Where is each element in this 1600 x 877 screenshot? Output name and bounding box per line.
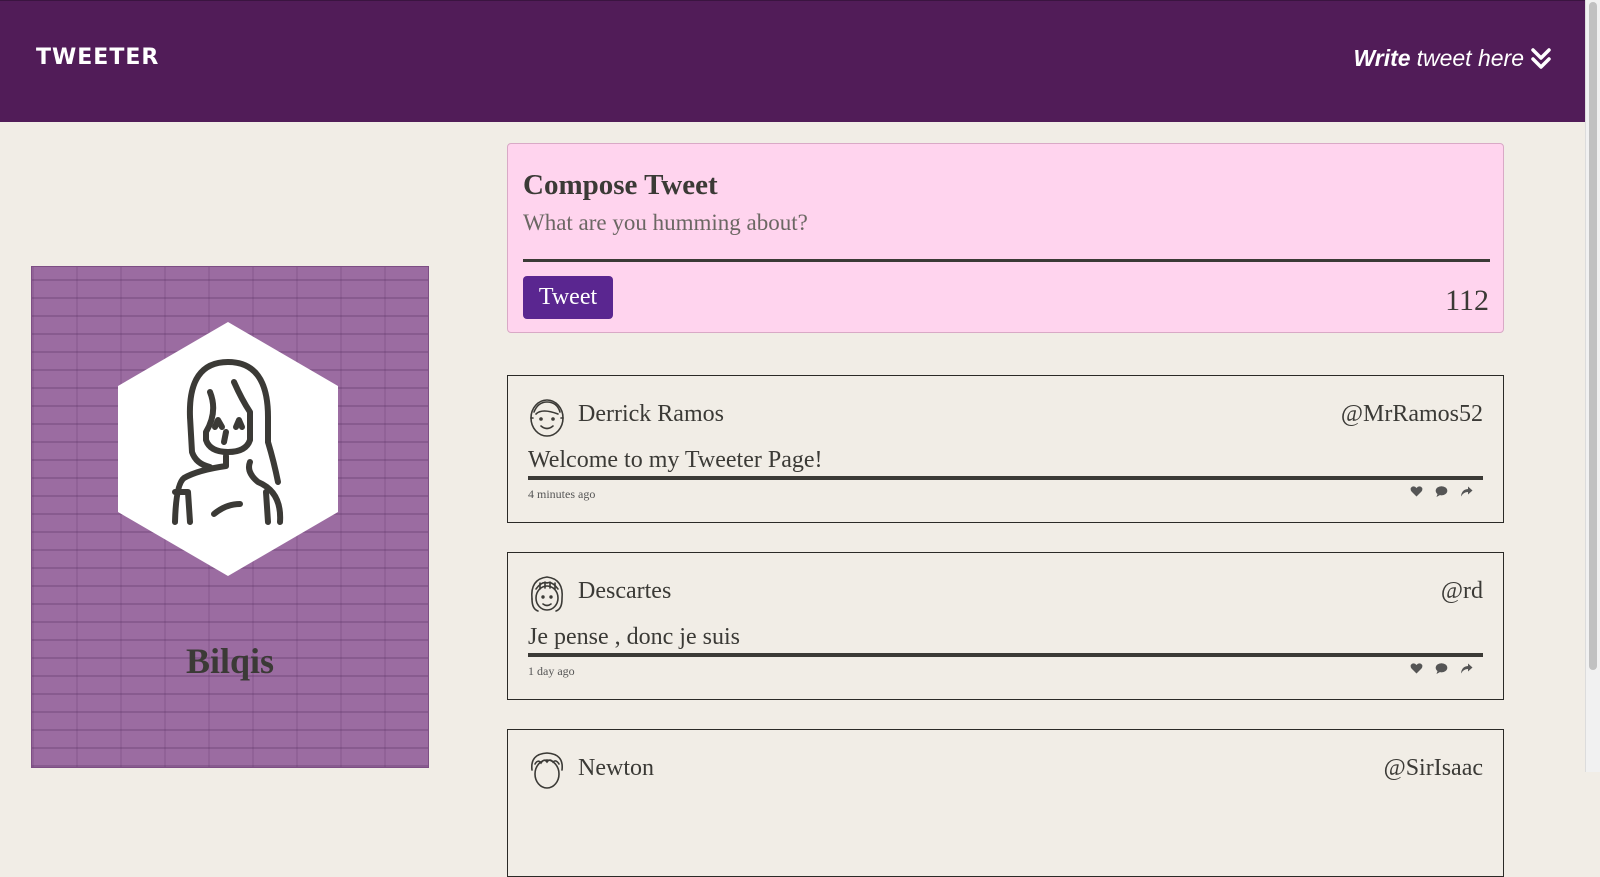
write-tweet-toggle[interactable]: Write tweet here [1354,45,1553,72]
compose-title: Compose Tweet [523,169,718,201]
comment-icon[interactable] [1435,485,1448,498]
page-scrollbar[interactable] [1585,0,1600,772]
tweet-timestamp: 4 minutes ago [528,487,596,501]
tweet-actions [1410,662,1473,675]
top-nav: TWEETER Write tweet here [0,0,1586,122]
tweet-input[interactable] [523,210,1490,262]
write-label-rest: tweet here [1416,45,1524,71]
double-chevron-down-icon [1531,47,1551,69]
profile-card: Bilqis [31,266,429,768]
bob-hair-avatar-icon [530,576,564,612]
character-counter: 112 [1445,284,1489,317]
tweet-card: Derrick Ramos @MrRamos52 Welcome to my T… [507,375,1504,523]
smiling-man-avatar-icon [530,399,564,437]
scrollbar-thumb[interactable] [1589,2,1597,670]
profile-name: Bilqis [185,641,275,681]
heart-icon[interactable] [1410,662,1423,675]
tweet-author-name: Descartes [578,578,672,604]
heart-icon[interactable] [1410,485,1423,498]
tweet-card: Descartes @rd Je pense , donc je suis 1 … [507,552,1504,700]
tweet-card: Newton @SirIsaac [507,729,1504,877]
brand-logo[interactable]: TWEETER [36,45,159,70]
curly-hair-avatar-icon [530,752,564,789]
compose-tweet-form: Compose Tweet Tweet 112 [507,143,1504,333]
tweet-actions [1410,485,1473,498]
tweet-author-name: Newton [578,755,654,781]
tweet-author-handle: @MrRamos52 [1340,401,1483,427]
tweet-author-handle: @SirIsaac [1383,755,1483,781]
tweet-content: Je pense , donc je suis [528,621,1483,657]
write-label-bold: Write [1353,45,1411,71]
tweet-content: Welcome to my Tweeter Page! [528,444,1483,480]
share-icon[interactable] [1460,662,1473,675]
tweet-author-handle: @rd [1440,578,1483,604]
share-icon[interactable] [1460,485,1473,498]
tweet-author-name: Derrick Ramos [578,401,724,427]
tweet-timestamp: 1 day ago [528,664,575,678]
tweet-button[interactable]: Tweet [523,276,613,319]
profile-avatar-hexagon [118,322,338,576]
comment-icon[interactable] [1435,662,1448,675]
